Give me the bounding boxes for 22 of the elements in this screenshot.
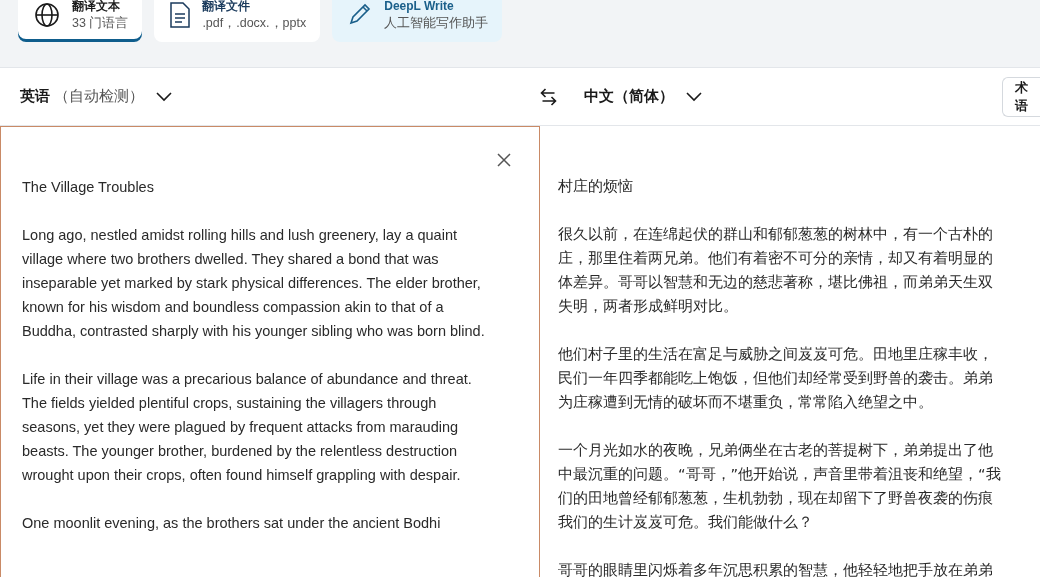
mode-tab[interactable]: 翻译文本 33 门语言 xyxy=(18,0,143,42)
translated-paragraph: 一个月光如水的夜晚，兄弟俩坐在古老的菩提树下，弟弟提出了他 中最沉重的问题。“哥哥，”他开始说，声音里带着沮丧和绝望，“我 们的田地曾经郁郁葱葱，生机勃勃，现在却留下了野兽夜袭的伤痕 我们的生计岌岌可危。我们能做什么？ xyxy=(558,440,1002,532)
pen-icon xyxy=(348,2,373,26)
globe-icon xyxy=(34,2,60,28)
chevron-down-icon xyxy=(686,91,703,102)
source-paragraph: Life in their village was a precarious balance of abundance and threat. The fields yielded plentiful crops, sustaining the villagers through seasons, yet they were plagued by frequent attacks from marauding beasts. The younger brother, burdened by the relentless destruction wrought upon their crops, often found himself grappling with despair. xyxy=(22,370,473,485)
translated-paragraph: 他们村子里的生活在富足与威胁之间岌岌可危。田地里庄稼丰收， 民们一年四季都能吃上饱饭，但他们却经常受到野兽的袭击。弟弟 为庄稼遭到无情的破坏而不堪重负，常常陷入绝望之中。 xyxy=(558,344,994,412)
source-language-dropdown[interactable]: 英语 （自动检测） xyxy=(20,87,511,106)
chevron-down-icon xyxy=(156,91,172,102)
translated-paragraph: 很久以前，在连绵起伏的群山和郁郁葱葱的树林中，有一个古朴的 庄，那里住着两兄弟。他们有着密不可分的亲情，却又有着明显的 体差异。哥哥以智慧和无边的慈悲著称，堪比佛祖，而弟弟天生双 失明，两者形成鲜明对比。 xyxy=(558,224,994,316)
glossary-button[interactable]: 术语 xyxy=(1002,76,1040,117)
mode-tab[interactable]: DeepL Write 人工智能写作助手 xyxy=(332,0,503,42)
source-paragraph: One moonlit evening, as the brothers sat under the ancient Bodhi xyxy=(22,514,442,533)
source-paragraph: Long ago, nestled amidst rolling hills and lush greenery, lay a quaint village where two brothers dwelled. They shared a bond that was inseparable yet marked by stark physical differences. The elder brother, known for his wisdom and boundless compassion akin to that of a Buddha, contrasted sharply with his younger sibling who was born blind. xyxy=(22,226,486,341)
source-text-area[interactable] xyxy=(0,126,540,577)
source-paragraph: The Village Troubles xyxy=(22,178,155,197)
target-language-dropdown[interactable]: 中文（简体） xyxy=(584,87,1002,106)
translated-paragraph: 村庄的烦恼 xyxy=(558,176,634,196)
close-icon xyxy=(497,153,511,167)
translated-paragraph: 哥哥的眼睛里闪烁着多年沉思积累的智慧，他轻轻地把手放在弟弟 xyxy=(558,560,994,577)
mode-tab[interactable]: 翻译文件 .pdf，.docx.，pptx xyxy=(154,0,321,42)
document-icon xyxy=(170,2,191,28)
